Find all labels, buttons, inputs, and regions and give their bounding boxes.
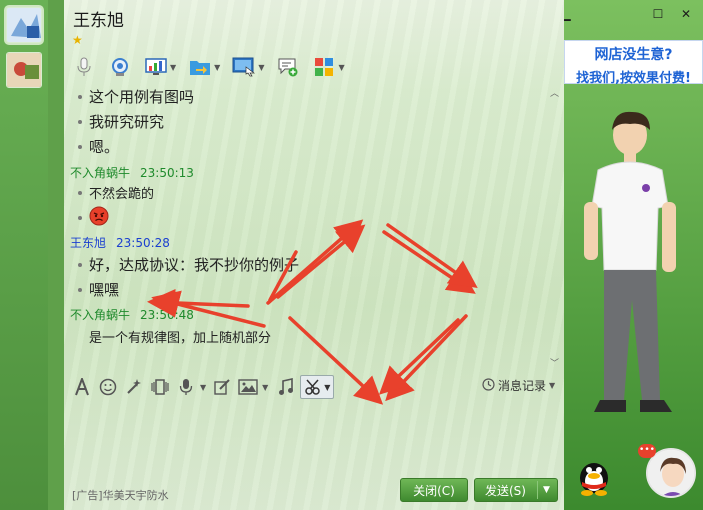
message-history-button[interactable]: 消息记录 ▼ [482,377,555,394]
input-toolbar: ▼ ▼ ▼ [70,374,336,400]
qq-penguin-icon[interactable] [572,452,616,496]
chevron-down-icon[interactable]: ▼ [262,383,268,392]
magic-icon[interactable] [122,375,146,399]
music-icon[interactable] [274,375,298,399]
angry-face-icon [89,206,109,230]
message-area: 这个用例有图吗 我研究研究 嗯。 不入角蜗牛 23:50:13 不然会跪的 王东旭… [64,84,554,370]
chevron-down-icon[interactable]: ▼ [214,63,220,72]
ad-banner-line1: 网店没生意? [594,47,673,63]
contact-name-title: 王东旭 [73,11,124,31]
ad-banner[interactable]: 网店没生意? 找我们,按效果付费! [564,40,703,86]
star-icon: ★ [72,33,83,47]
ad-banner-line2: 找我们,按效果付费! [576,71,691,86]
close-button[interactable]: 关闭(C) [400,478,468,502]
chevron-down-icon[interactable]: ▼ [170,63,176,72]
chat-bubble-icon: ••• [638,444,656,458]
font-icon[interactable] [70,375,94,399]
message-line: 好，达成协议：我不抄你的例子 [78,254,299,275]
webcam-icon[interactable] [108,55,132,79]
chevron-down-icon[interactable]: ▼ [338,63,344,72]
clock-icon [482,377,495,394]
edit-icon[interactable] [210,375,234,399]
remote-desktop-icon[interactable] [232,55,256,79]
message-line: 不然会跪的 [78,183,154,202]
message-sender: 不入角蜗牛 23:50:13 [70,166,194,180]
right-ad-panel: ▁ ☐ ✕ 网店没生意? 找我们,按效果付费! ••• [564,0,703,510]
message-sender: 王东旭 23:50:28 [70,236,170,250]
chevron-down-icon[interactable]: ▼ [258,63,264,72]
emoji-icon[interactable] [96,375,120,399]
close-icon[interactable]: ✕ [678,6,694,22]
message-line [78,206,109,230]
add-chat-icon[interactable] [276,55,300,79]
contact-sidebar [0,0,48,510]
image-icon[interactable] [236,375,260,399]
shake-icon[interactable] [148,375,172,399]
voice-icon[interactable] [174,375,198,399]
message-line: 嗯。 [78,136,119,157]
contact-avatar-2[interactable] [6,52,42,88]
ad-link[interactable]: [广告]华美天宇防水 [72,487,169,503]
chevron-down-icon: ▼ [549,381,556,390]
send-button[interactable]: 发送(S) ▼ [474,478,558,502]
apps-icon[interactable] [312,55,336,79]
maximize-icon[interactable]: ☐ [650,6,666,22]
chevron-down-icon[interactable]: ▼ [200,383,206,392]
message-sender: 不入角蜗牛 23:50:48 [70,308,194,322]
minimize-icon[interactable]: ▁ [564,6,574,22]
screen-share-icon[interactable] [144,55,168,79]
chevron-down-icon[interactable]: ▼ [543,485,550,495]
screenshot-scissors-icon[interactable]: ▼ [300,375,335,399]
message-line: 是一个有规律图，加上随机部分 [89,331,272,346]
chat-panel: 王东旭 ★ ▾ ▼ ▼ ▼ ▼ ︿ ﹀ 这个用例有图吗 [64,0,601,510]
file-transfer-icon[interactable] [188,55,212,79]
chat-toolbar: ▼ ▼ ▼ ▼ [72,54,345,80]
microphone-icon[interactable] [72,55,96,79]
message-line: 嘿嘿 [78,279,119,300]
message-line: 这个用例有图吗 [78,86,194,107]
contact-avatar-active[interactable] [6,7,42,43]
message-line: 我研究研究 [78,111,164,132]
